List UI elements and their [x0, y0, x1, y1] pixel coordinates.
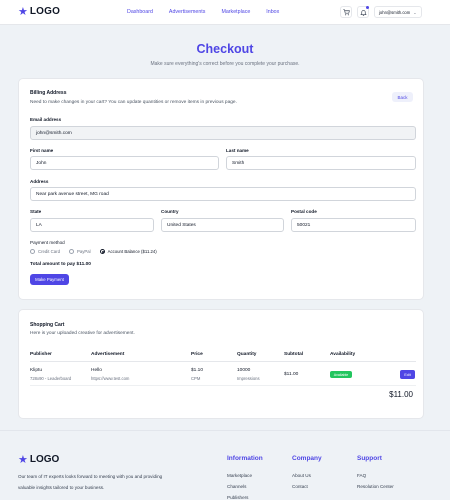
footer-link-channels[interactable]: Channels — [227, 481, 263, 492]
publisher-name: Kliptu — [30, 368, 42, 373]
nav-marketplace[interactable]: Marketplace — [221, 8, 250, 16]
payment-option-label: PayPal — [76, 249, 91, 254]
last-name-field[interactable]: Smith — [226, 156, 416, 170]
logo[interactable]: ★ LOGO — [18, 6, 60, 18]
footer-link-contact[interactable]: Contact — [292, 481, 322, 492]
footer-link-marketplace[interactable]: Marketplace — [227, 470, 263, 481]
footer-link-publishers[interactable]: Publishers — [227, 492, 263, 500]
page-title: Checkout — [196, 42, 254, 56]
footer-link-resolution-center[interactable]: Resolution Center — [357, 481, 394, 492]
cart-total: $11.00 — [389, 390, 413, 399]
radio-circle-icon — [68, 249, 74, 254]
quantity-unit: Impressions — [237, 376, 260, 381]
billing-card: Billing Address Need to make changes in … — [18, 78, 424, 300]
payment-method-group: Credit Card PayPal Account Balance ($11.… — [30, 249, 157, 254]
ad-title: Hello — [91, 368, 102, 373]
top-navbar: ★ LOGO Dashboard Advertisements Marketpl… — [0, 0, 450, 25]
address-field[interactable]: Near park avenue street, MG road — [30, 187, 416, 201]
first-name-field[interactable]: John — [30, 156, 219, 170]
footer-column-support: Support FAQ Resolution Center — [357, 455, 394, 492]
footer: ★ LOGO Our team of IT experts looks forw… — [0, 430, 450, 500]
email-field[interactable]: john@smith.com — [30, 126, 416, 140]
column-header-quantity: Quantity — [237, 352, 257, 357]
main-nav: Dashboard Advertisements Marketplace Inb… — [127, 8, 279, 16]
payment-option-account-balance[interactable]: Account Balance ($11.24) — [99, 249, 157, 254]
radio-checked-icon — [99, 249, 105, 254]
footer-column-information: Information Marketplace Channels Publish… — [227, 455, 263, 500]
billing-title: Billing Address — [30, 90, 67, 96]
shopping-cart-card: Shopping Cart Here is your uploaded crea… — [18, 309, 424, 419]
footer-column-title: Information — [227, 455, 263, 462]
nav-dashboard[interactable]: Dashboard — [127, 8, 153, 16]
total-amount: Total amount to pay $11.00 — [30, 262, 91, 267]
state-field[interactable]: LA — [30, 218, 154, 232]
nav-advertisements[interactable]: Advertisements — [169, 8, 206, 16]
postal-code-label: Postal code — [291, 209, 317, 214]
footer-link-faq[interactable]: FAQ — [357, 470, 394, 481]
header-actions: john@smith.com ⌄ — [340, 6, 422, 18]
payment-method-label: Payment method — [30, 240, 65, 245]
last-name-label: Last name — [226, 148, 249, 153]
subtotal-value: $11.00 — [284, 372, 299, 377]
footer-column-title: Company — [292, 455, 322, 462]
cart-description: Here is your uploaded creative for adver… — [30, 331, 135, 336]
edit-button[interactable]: Edit — [400, 370, 415, 379]
footer-logo-text: LOGO — [29, 454, 60, 465]
bell-icon[interactable] — [357, 6, 369, 18]
footer-description: Our team of IT experts looks forward to … — [18, 474, 163, 490]
table-header-divider — [30, 361, 416, 362]
column-header-subtotal: Subtotal — [284, 352, 304, 357]
notification-dot — [366, 6, 369, 9]
user-menu[interactable]: john@smith.com ⌄ — [374, 6, 422, 18]
price-value: $1.10 — [191, 368, 204, 373]
cart-title: Shopping Cart — [30, 322, 65, 328]
footer-column-title: Support — [357, 455, 382, 462]
country-label: Country — [161, 209, 179, 214]
price-unit: CPM — [191, 376, 201, 381]
column-header-publisher: Publisher — [30, 352, 52, 357]
availability-badge: Available — [330, 371, 352, 378]
footer-link-about-us[interactable]: About Us — [292, 470, 322, 481]
payment-option-label: Account Balance ($11.24) — [107, 249, 157, 254]
billing-description: Need to make changes in your cart? You c… — [30, 100, 237, 105]
payment-option-credit-card[interactable]: Credit Card — [30, 249, 60, 254]
logo-text: LOGO — [29, 6, 61, 17]
country-field[interactable]: United States — [161, 218, 284, 232]
chevron-down-icon: ⌄ — [413, 9, 417, 15]
radio-circle-icon — [30, 249, 35, 254]
table-row-divider — [30, 385, 416, 386]
column-header-availability: Availability — [330, 352, 356, 357]
star-logo-icon: ★ — [18, 453, 28, 466]
footer-logo[interactable]: ★ LOGO — [18, 454, 59, 466]
star-logo-icon: ★ — [18, 5, 28, 18]
email-label: Email address — [30, 117, 62, 122]
column-header-price: Price — [191, 352, 203, 357]
publisher-format: 728x90 - Leaderboard — [30, 376, 72, 381]
cart-icon[interactable] — [340, 6, 352, 18]
nav-inbox[interactable]: Inbox — [266, 8, 279, 16]
footer-column-company: Company About Us Contact — [292, 455, 322, 492]
page-subtitle: Make sure everything's correct before yo… — [150, 61, 300, 67]
quantity-value: 10000 — [237, 368, 251, 373]
address-label: Address — [30, 179, 49, 184]
postal-code-field[interactable]: 50021 — [291, 218, 416, 232]
payment-option-paypal[interactable]: PayPal — [68, 249, 91, 254]
make-payment-button[interactable]: Make Payment — [30, 274, 69, 285]
user-email: john@smith.com — [379, 9, 411, 15]
first-name-label: First name — [30, 148, 54, 153]
back-button[interactable]: Back — [392, 92, 413, 102]
payment-option-label: Credit Card — [38, 249, 60, 254]
column-header-advertisement: Advertisement — [91, 352, 125, 357]
state-label: State — [30, 209, 42, 214]
ad-url[interactable]: https://www.test.com — [91, 376, 129, 381]
